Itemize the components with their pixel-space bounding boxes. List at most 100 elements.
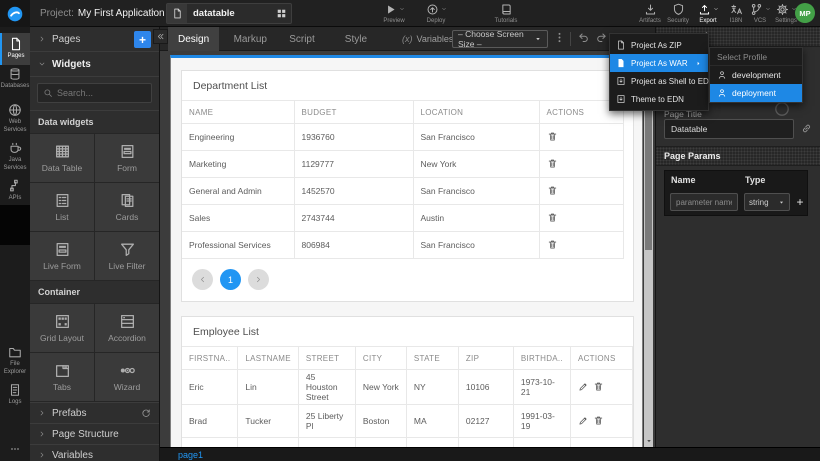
table-row[interactable]: BradTucker25 Liberty PlBostonMA021271991… [182, 405, 633, 438]
delete-row-icon[interactable] [547, 131, 558, 142]
column-header[interactable]: BUDGET [294, 101, 413, 124]
widget-search-input[interactable] [57, 88, 146, 98]
tutorials-button[interactable]: Tutorials [486, 2, 526, 24]
table-row[interactable]: Marketing1129777New York [182, 151, 623, 178]
rail-item-web-services[interactable]: Web Services [0, 103, 30, 134]
delete-row-icon[interactable] [547, 239, 558, 250]
rail-item-java-services[interactable]: Java Services [0, 141, 30, 172]
param-name-input[interactable] [670, 193, 738, 211]
section-variables[interactable]: Variables [30, 444, 159, 461]
edit-row-icon[interactable] [578, 382, 588, 392]
rail-item-databases[interactable]: Databases [0, 67, 30, 91]
column-header[interactable]: ACTIONS [570, 347, 632, 370]
section-page-structure[interactable]: Page Structure [30, 423, 159, 444]
pagination-page-1[interactable]: 1 [220, 269, 241, 290]
canvas-scrollbar[interactable] [644, 55, 653, 447]
widget-tile-wizard[interactable]: Wizard [95, 353, 159, 401]
edit-row-icon[interactable] [578, 416, 588, 426]
refresh-icon[interactable] [141, 408, 151, 418]
widget-tile-live-form[interactable]: Live Form [30, 232, 94, 280]
delete-row-icon[interactable] [593, 415, 604, 426]
scroll-down-arrow[interactable] [644, 436, 653, 446]
page-title-input[interactable] [664, 119, 794, 139]
page-tab-page1[interactable]: page1 [178, 450, 203, 460]
submenu-item-deployment[interactable]: deployment [710, 84, 802, 102]
table-row[interactable]: EricLin45 Houston StreetNew YorkNY101061… [182, 370, 633, 405]
column-header[interactable]: LASTNAME [238, 347, 299, 370]
pages-section-label: Pages [52, 34, 80, 45]
wwizard-icon [119, 362, 136, 379]
pages-section-header[interactable]: Pages + [30, 27, 159, 52]
column-header[interactable]: LOCATION [413, 101, 539, 124]
add-param-button[interactable]: + [793, 193, 807, 211]
screen-size-value: – Choose Screen Size – [458, 29, 534, 49]
bind-link-icon[interactable] [801, 123, 812, 134]
user-avatar[interactable]: MP [795, 3, 815, 23]
tab-design[interactable]: Design [168, 27, 219, 51]
menu-item-theme-to-edn[interactable]: Theme to EDN [610, 90, 708, 108]
column-header[interactable]: NAME [182, 101, 294, 124]
chevron-right-icon [38, 35, 46, 43]
group-label-data-widgets: Data widgets [30, 111, 159, 133]
add-page-button[interactable]: + [134, 31, 151, 48]
column-header[interactable]: ZIP [458, 347, 513, 370]
widget-tile-grid-layout[interactable]: Grid Layout [30, 304, 94, 352]
table-row[interactable]: Sales2743744Austin [182, 205, 623, 232]
design-canvas-page[interactable]: Department List NAMEBUDGETLOCATIONACTION… [170, 55, 643, 447]
employee-panel[interactable]: Employee List FIRSTNA..LASTNAMESTREETCIT… [181, 316, 634, 447]
tab-style[interactable]: Style [335, 27, 377, 51]
play-icon [384, 3, 397, 16]
widget-search-box[interactable] [37, 83, 152, 103]
tile-grid: Data TableFormListCardsLive FormLive Fil… [30, 133, 159, 281]
tab-script[interactable]: Script [279, 27, 325, 51]
param-type-select[interactable]: string [744, 193, 790, 211]
widget-tile-cards[interactable]: Cards [95, 183, 159, 231]
table-row[interactable]: General and Admin1452570San Francisco [182, 178, 623, 205]
table-row[interactable]: Professional Services806984San Francisco [182, 232, 623, 259]
employee-table[interactable]: FIRSTNA..LASTNAMESTREETCITYSTATEZIPBIRTH… [182, 346, 633, 447]
column-header[interactable]: CITY [355, 347, 406, 370]
menu-item-project-as-zip[interactable]: Project As ZIP [610, 36, 708, 54]
widget-tile-live-filter[interactable]: Live Filter [95, 232, 159, 280]
widget-tile-accordion[interactable]: Accordion [95, 304, 159, 352]
column-header[interactable]: BIRTHDA.. [513, 347, 570, 370]
undo-icon[interactable] [577, 31, 590, 44]
widget-tile-form[interactable]: Form [95, 134, 159, 182]
preview-button[interactable]: Preview [374, 2, 414, 24]
screen-size-select[interactable]: – Choose Screen Size – [452, 30, 548, 48]
pagination-prev-button[interactable] [192, 269, 213, 290]
section-prefabs[interactable]: Prefabs [30, 402, 159, 423]
more-options-icon[interactable] [553, 31, 566, 44]
widget-tile-list[interactable]: List [30, 183, 94, 231]
rail-item-pages[interactable]: Pages [0, 33, 30, 65]
column-header[interactable]: FIRSTNA.. [182, 347, 238, 370]
department-panel[interactable]: Department List NAMEBUDGETLOCATIONACTION… [181, 70, 634, 302]
tab-markup[interactable]: Markup [224, 27, 277, 51]
deploy-button[interactable]: Deploy [416, 2, 456, 24]
rail-item-logs[interactable]: Logs [0, 383, 30, 407]
rail-overflow-icon[interactable] [0, 443, 30, 455]
rail-item-apis[interactable]: APIs [0, 179, 30, 203]
widget-tile-data-table[interactable]: Data Table [30, 134, 94, 182]
page-grid-icon[interactable] [271, 8, 291, 19]
column-header[interactable]: STREET [298, 347, 355, 370]
delete-row-icon[interactable] [547, 212, 558, 223]
delete-row-icon[interactable] [547, 158, 558, 169]
collapse-panel-button[interactable] [153, 29, 168, 44]
delete-row-icon[interactable] [593, 381, 604, 392]
column-header[interactable]: STATE [406, 347, 458, 370]
table-row[interactable]: Engineering1936760San Francisco [182, 124, 623, 151]
rail-item-file-explorer[interactable]: File Explorer [0, 345, 30, 376]
page-selector[interactable]: datatable [166, 3, 292, 24]
delete-row-icon[interactable] [547, 185, 558, 196]
widget-search-wrap [30, 77, 159, 111]
menu-item-project-as-shell-to-edn[interactable]: Project as Shell to EDN [610, 72, 708, 90]
pagination-next-button[interactable] [248, 269, 269, 290]
redo-icon[interactable] [595, 31, 608, 44]
menu-item-project-as-war[interactable]: Project As WAR [610, 54, 708, 72]
department-table[interactable]: NAMEBUDGETLOCATIONACTIONSEngineering1936… [182, 100, 624, 259]
submenu-item-development[interactable]: development [710, 66, 802, 84]
app-logo-icon[interactable] [0, 0, 30, 27]
widgets-section-header[interactable]: Widgets [30, 52, 159, 77]
widget-tile-tabs[interactable]: Tabs [30, 353, 94, 401]
